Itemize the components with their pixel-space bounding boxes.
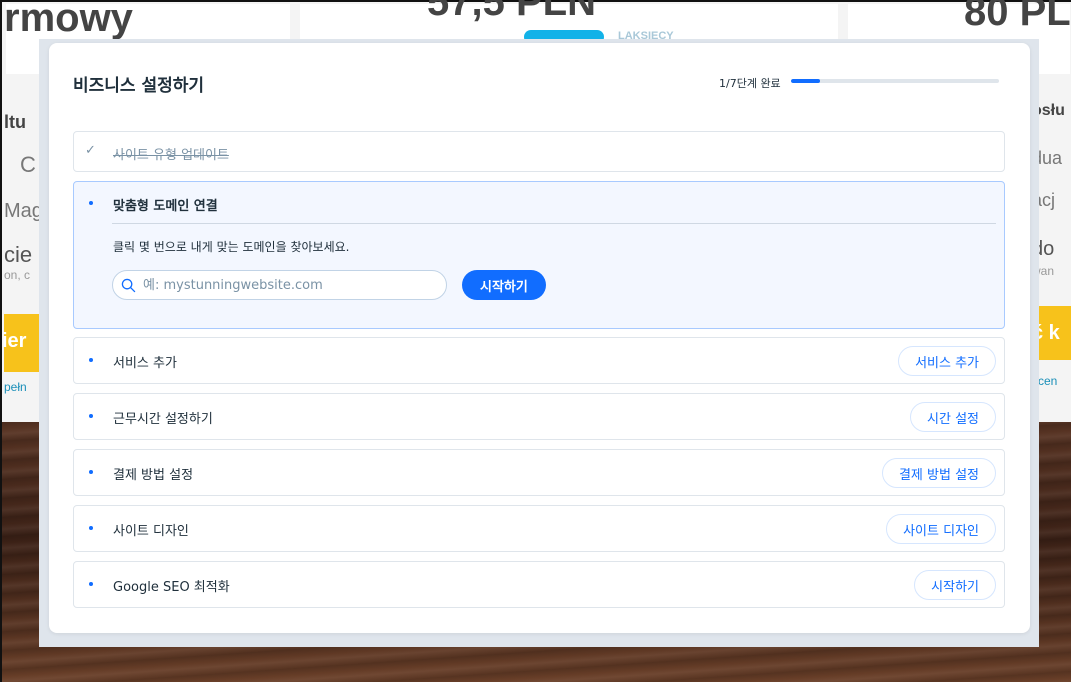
step-connect-domain: 맞춤형 도메인 연결 클릭 몇 번으로 내게 맞는 도메인을 찾아보세요. 시작… <box>73 181 1005 329</box>
background-text: cie <box>4 242 33 267</box>
progress-label: 1/7단계 완료 <box>719 77 781 90</box>
modal-title: 비즈니스 설정하기 <box>73 76 205 96</box>
step-label: 근무시간 설정하기 <box>113 412 213 427</box>
background-text: cen <box>1038 374 1058 388</box>
step-bullet <box>89 582 93 586</box>
step-label: 서비스 추가 <box>113 356 177 371</box>
step-payment-methods[interactable]: 결제 방법 설정 결제 방법 설정 <box>73 449 1005 496</box>
step-bullet <box>89 201 93 205</box>
domain-search-field[interactable] <box>112 270 447 300</box>
step-label: 사이트 디자인 <box>113 524 189 539</box>
step-site-design[interactable]: 사이트 디자인 사이트 디자인 <box>73 505 1005 552</box>
background-text: pełn <box>4 380 27 394</box>
seo-start-button[interactable]: 시작하기 <box>914 570 996 600</box>
payment-methods-button[interactable]: 결제 방법 설정 <box>881 458 996 488</box>
step-label: 결제 방법 설정 <box>113 468 194 483</box>
step-label: 맞춤형 도메인 연결 <box>113 199 218 214</box>
step-bullet <box>89 414 93 418</box>
domain-start-button[interactable]: 시작하기 <box>462 270 546 300</box>
step-add-services[interactable]: 서비스 추가 서비스 추가 <box>73 337 1005 384</box>
add-services-button[interactable]: 서비스 추가 <box>898 346 996 376</box>
background-text: ier <box>2 330 27 352</box>
set-hours-button[interactable]: 시간 설정 <box>910 402 996 432</box>
background-text: rmowy <box>4 0 133 40</box>
step-bullet <box>89 526 93 530</box>
background-text: C <box>20 152 36 177</box>
step-google-seo[interactable]: Google SEO 최적화 시작하기 <box>73 561 1005 608</box>
step-update-site-type[interactable]: ✓ 사이트 유형 업데이트 <box>73 131 1005 172</box>
step-bullet <box>89 358 93 362</box>
background-text: Mag <box>4 200 40 222</box>
domain-search-input[interactable] <box>143 275 433 295</box>
step-description: 클릭 몇 번으로 내게 맞는 도메인을 찾아보세요. <box>113 240 350 254</box>
background-text: on, c <box>4 268 31 282</box>
step-label: Google SEO 최적화 <box>113 580 230 595</box>
business-setup-modal: 비즈니스 설정하기 1/7단계 완료 ✓ 사이트 유형 업데이트 맞춤형 도메인… <box>49 43 1030 633</box>
background-text: ltu <box>4 112 26 132</box>
background-text: 80 PL <box>964 0 1071 34</box>
step-label: 사이트 유형 업데이트 <box>113 148 229 163</box>
progress-bar-fill <box>791 79 821 83</box>
checkmark-icon: ✓ <box>85 143 96 158</box>
step-divider <box>112 223 996 224</box>
step-set-business-hours[interactable]: 근무시간 설정하기 시간 설정 <box>73 393 1005 440</box>
background-text: 57,5 PLN <box>427 0 596 24</box>
progress-bar <box>791 79 999 83</box>
site-design-button[interactable]: 사이트 디자인 <box>886 514 996 544</box>
step-bullet <box>89 470 93 474</box>
search-icon <box>121 278 136 293</box>
